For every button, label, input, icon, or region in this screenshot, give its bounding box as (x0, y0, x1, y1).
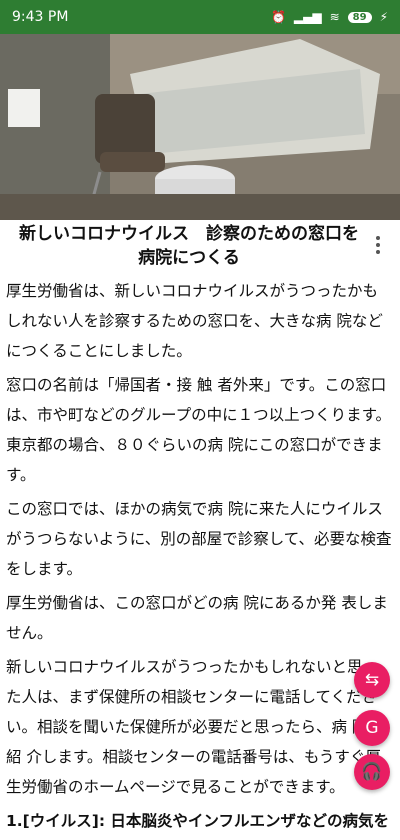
status-time: 9:43 PM (12, 9, 69, 25)
signal-icon: ▂▄▆ (293, 10, 322, 24)
paragraph-3: この窓口では、ほかの病気で病 院に来た人にウイルスがうつらないように、別の部屋で… (6, 500, 392, 578)
exam-room-image (0, 34, 400, 220)
paragraph-2: 窓口の名前は「帰国者・接 触 者外来」です。この窓口は、市や町などのグループの中… (6, 376, 392, 484)
article-header: 新しいコロナウイルス 診察のための窓口を病院につくる (0, 222, 400, 270)
footnote: 1.[ウイルス]: 日本脳炎やインフルエンザなどの病気を (6, 812, 389, 830)
status-icons: ⏰ ▂▄▆ ≋ 89 ⚡ (271, 10, 388, 24)
wifi-icon: ≋ (329, 10, 340, 24)
swap-icon[interactable]: ⇆ (354, 662, 390, 698)
paragraph-1: 厚生労働省は、新しいコロナウイルスがうつったかもしれない人を診察するための窓口を… (6, 282, 383, 360)
translate-icon[interactable]: G (354, 710, 390, 746)
article-body: 厚生労働省は、新しいコロナウイルスがうつったかもしれない人を診察するための窓口を… (6, 276, 392, 840)
paragraph-5: 新しいコロナウイルスがうつったかもしれないと思った人は、まず保健所の相談センター… (6, 658, 383, 796)
battery-icon: 89 (347, 11, 372, 23)
alarm-icon: ⏰ (270, 10, 286, 24)
charging-icon: ⚡ (379, 10, 388, 24)
headphones-icon[interactable]: 🎧 (354, 754, 390, 790)
more-vert-icon[interactable] (366, 230, 390, 260)
status-bar: 9:43 PM ⏰ ▂▄▆ ≋ 89 ⚡ (0, 0, 400, 34)
article-title: 新しいコロナウイルス 診察のための窓口を病院につくる (19, 224, 359, 268)
paragraph-4: 厚生労働省は、この窓口がどの病 院にあるか発 表しません。 (6, 594, 388, 642)
article-photo (0, 34, 400, 220)
